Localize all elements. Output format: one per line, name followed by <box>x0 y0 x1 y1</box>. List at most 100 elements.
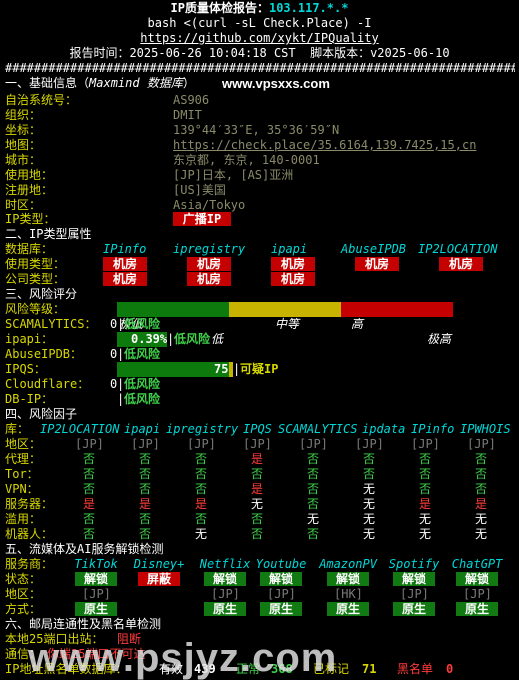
media-method-badge: 原生 <box>393 602 435 616</box>
factor-cell-tor: 否 <box>307 467 320 481</box>
factor-db-ipinfo: IPinfo <box>411 422 455 436</box>
factor-cell-proxy: 否 <box>419 452 432 466</box>
label-abuseipdb: AbuseIPDB： <box>5 347 83 361</box>
label-city: 城市： <box>5 153 42 167</box>
risk-text-cloudflare: 低风险 <box>124 377 161 391</box>
factor-cell-vpn: 否 <box>475 482 488 496</box>
divider: ########################################… <box>5 61 515 75</box>
map-link[interactable]: https://check.place/35.6164,139.7425,15,… <box>173 138 476 153</box>
factor-cell-abuse: 无 <box>307 512 320 526</box>
risk-text-ipqs: 可疑IP <box>240 362 279 376</box>
bl-black-value: 0 <box>446 662 454 676</box>
github-link[interactable]: https://github.com/xykt/IPQuality <box>0 31 519 46</box>
factor-label-robot: 机器人： <box>5 527 54 541</box>
db-ip2location: IP2LOCATION <box>418 242 498 256</box>
factor-cell-server: 是 <box>139 497 152 511</box>
usage-badge-ipapi: 机房 <box>271 257 315 271</box>
factor-label-server: 服务器： <box>5 497 54 511</box>
label-ipqs: IPQS： <box>5 362 46 376</box>
media-status-badge: 解锁 <box>260 572 302 586</box>
label-registry: 注册地： <box>5 183 54 197</box>
factor-cell-server: 是 <box>195 497 208 511</box>
label-usage-type: 使用类型： <box>5 257 66 271</box>
label-media-method: 方式： <box>5 602 42 616</box>
watermark-overlay: www.psjyz.com <box>28 636 338 680</box>
media-status-badge: 解锁 <box>393 572 435 586</box>
section-iptype-title: 二、IP类型属性 <box>5 227 92 241</box>
company-badge-ipapi: 机房 <box>271 272 315 286</box>
factor-cell-abuse: 无 <box>475 512 488 526</box>
label-risk-level: 风险等级： <box>5 302 66 316</box>
risk-scale-low: 极低 低 <box>117 302 229 346</box>
factor-cell-proxy: 否 <box>139 452 152 466</box>
label-ipapi: ipapi： <box>5 332 54 346</box>
label-map: 地图： <box>5 138 42 152</box>
factor-cell-vpn: 否 <box>419 482 432 496</box>
factor-cell-robot: 否 <box>251 527 264 541</box>
factor-cell-region: [JP] <box>299 437 328 451</box>
label-scamalytics: SCAMALYTICS： <box>5 317 97 331</box>
score-ipqs: 75 <box>214 362 229 376</box>
factor-cell-region: [JP] <box>75 437 104 451</box>
risk-bar-ipqs-low <box>117 362 229 377</box>
factor-db-ipregistry: ipregistry <box>166 422 239 436</box>
media-region: [JP] <box>211 587 240 601</box>
media-method-badge: 原生 <box>456 602 498 616</box>
factor-label-proxy: 代理： <box>5 452 42 466</box>
factor-cell-abuse: 无 <box>363 512 376 526</box>
factor-cell-tor: 否 <box>195 467 208 481</box>
risk-text-dbip: 低风险 <box>124 392 161 406</box>
label-org: 组织： <box>5 108 42 122</box>
factor-cell-robot: 无 <box>419 527 432 541</box>
label-asn: 自治系统号： <box>5 93 78 107</box>
report-time: 报告时间：2025-06-26 10:04:18 CST 脚本版本：v2025-… <box>69 46 450 60</box>
media-service-chatgpt: ChatGPT <box>451 557 503 571</box>
media-status-badge: 解锁 <box>327 572 369 586</box>
factor-cell-server: 否 <box>307 497 320 511</box>
factor-cell-robot: 否 <box>307 527 320 541</box>
company-badge-ipregistry: 机房 <box>187 272 231 286</box>
factor-db-ipwhois: IPWHOIS <box>460 422 511 436</box>
media-method-badge: 原生 <box>204 602 246 616</box>
factor-cell-server: 是 <box>83 497 96 511</box>
score-ipapi: 0.39% <box>131 332 168 346</box>
media-service-netflix: Netflix <box>199 557 251 571</box>
usage-badge-abuseipdb: 机房 <box>355 257 399 271</box>
media-status-badge: 解锁 <box>456 572 498 586</box>
factor-label-abuse: 滥用： <box>5 512 42 526</box>
factor-cell-abuse: 无 <box>419 512 432 526</box>
value-city: 东京都, 东京, 140-0001 <box>173 153 320 167</box>
report-title: IP质量体检报告：103.117.*.* <box>170 1 349 15</box>
watermark-top: www.vpsxxs.com <box>222 76 330 91</box>
bl-black-label: 黑名单 <box>397 662 434 676</box>
bl-marked-value: 71 <box>362 662 377 676</box>
factor-cell-proxy: 是 <box>251 452 264 466</box>
value-registry: [US]美国 <box>173 183 226 197</box>
factor-cell-server: 无 <box>363 497 376 511</box>
risk-scale-high: 高 极高 <box>341 302 453 346</box>
factor-db-ipapi: ipapi <box>124 422 161 436</box>
risk-scale-medium: 中等 <box>229 302 341 331</box>
section-basic-title: 一、基础信息（Maxmind 数据库） <box>5 76 195 90</box>
factor-cell-abuse: 否 <box>195 512 208 526</box>
factor-cell-region: [JP] <box>131 437 160 451</box>
risk-text-scamalytics: 低风险 <box>124 317 161 331</box>
factor-cell-vpn: 否 <box>83 482 96 496</box>
factor-cell-vpn: 否 <box>139 482 152 496</box>
label-company-type: 公司类型： <box>5 272 66 286</box>
db-ipapi: ipapi <box>271 242 308 256</box>
usage-badge-ip2location: 机房 <box>439 257 483 271</box>
value-asn: AS906 <box>173 93 210 107</box>
factor-cell-vpn: 否 <box>195 482 208 496</box>
media-method-badge: 原生 <box>260 602 302 616</box>
db-abuseipdb: AbuseIPDB <box>341 242 407 256</box>
label-coords: 坐标： <box>5 123 42 137</box>
command-line: bash <(curl -sL Check.Place) -I <box>147 16 372 30</box>
media-method-badge: 原生 <box>327 602 369 616</box>
label-factors-db: 库： <box>5 422 30 436</box>
media-status-badge: 屏蔽 <box>138 572 180 586</box>
factor-label-region: 地区： <box>5 437 42 451</box>
factor-cell-robot: 无 <box>363 527 376 541</box>
risk-text-abuseipdb: 低风险 <box>124 347 161 361</box>
factor-cell-vpn: 否 <box>307 482 320 496</box>
